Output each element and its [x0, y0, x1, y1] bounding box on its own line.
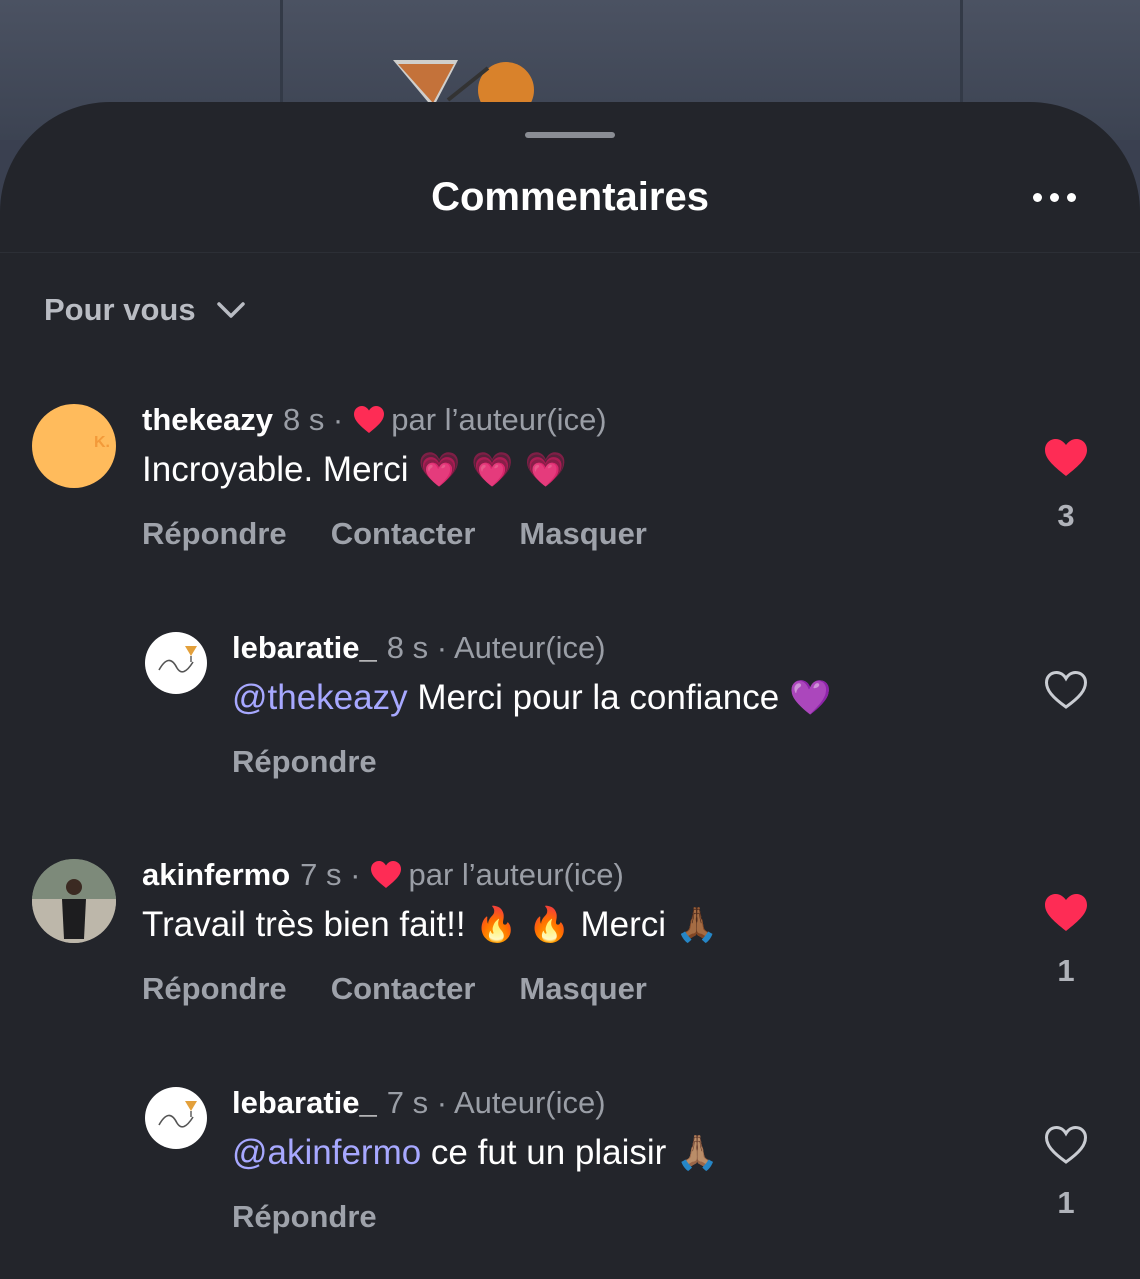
chevron-down-icon: [216, 302, 245, 318]
avatar-initial: K.: [94, 434, 110, 451]
author-badge: par l’auteur(ice): [391, 402, 607, 437]
sheet-grabber[interactable]: [525, 132, 615, 138]
contact-button[interactable]: Contacter: [331, 971, 476, 1007]
avatar[interactable]: [32, 859, 116, 943]
sort-filter-dropdown[interactable]: Pour vous: [44, 290, 246, 330]
heart-emoji: 💗 💗 💗: [418, 450, 567, 490]
reply-meta: lebaratie_ 8 s · Auteur(ice): [232, 630, 606, 666]
like-button[interactable]: 1: [1030, 893, 1102, 989]
sheet-title: Commentaires: [431, 175, 709, 219]
comment-text-content-2: Merci: [570, 905, 676, 944]
comment-text-content: Travail très bien fait!!: [142, 905, 466, 944]
reply-username[interactable]: lebaratie_: [232, 630, 377, 666]
comments-sheet: Commentaires Pour vous K. thekeazy 8 s ·…: [0, 102, 1140, 1279]
reply-button[interactable]: Répondre: [232, 744, 377, 780]
comment-text-content: Incroyable. Merci: [142, 450, 409, 489]
comment-actions: Répondre Contacter Masquer: [142, 516, 647, 552]
contact-button[interactable]: Contacter: [331, 516, 476, 552]
comment-text: Incroyable. Merci 💗 💗 💗: [142, 450, 567, 490]
reply-username[interactable]: lebaratie_: [232, 1085, 377, 1121]
reply-text-content: Merci pour la confiance: [407, 678, 780, 717]
sort-filter-label: Pour vous: [44, 292, 196, 327]
heart-outline-icon: [1044, 670, 1088, 709]
reply-meta: lebaratie_ 7 s · Auteur(ice): [232, 1085, 606, 1121]
heart-outline-icon: [1044, 1125, 1088, 1164]
comment-time: 7 s ·: [300, 857, 361, 892]
reply-actions: Répondre: [232, 744, 377, 780]
reply-actions: Répondre: [232, 1199, 377, 1235]
lebaratie-logo-icon: [158, 1101, 197, 1128]
comment-meta: thekeazy 8 s · par l’auteur(ice): [142, 402, 607, 438]
heart-filled-icon: [1045, 894, 1087, 931]
more-dot-icon: [1066, 192, 1076, 202]
author-badge: par l’auteur(ice): [408, 857, 624, 892]
like-button[interactable]: 3: [1030, 438, 1102, 534]
mention-link[interactable]: @thekeazy: [232, 678, 408, 717]
reply-button[interactable]: Répondre: [232, 1199, 377, 1235]
author-liked-heart-icon: [354, 406, 385, 433]
avatar[interactable]: [145, 1087, 207, 1149]
reply-text: @akinfermo ce fut un plaisir 🙏🏽: [232, 1133, 718, 1173]
reply-time: 8 s · Auteur(ice): [386, 630, 606, 665]
hide-button[interactable]: Masquer: [519, 971, 646, 1007]
more-options-button[interactable]: [1024, 182, 1084, 212]
comment-time: 8 s ·: [282, 402, 344, 437]
mention-link[interactable]: @akinfermo: [232, 1133, 421, 1172]
avatar[interactable]: K.: [32, 404, 116, 488]
comment-username[interactable]: akinfermo: [142, 857, 290, 893]
reply-text: @thekeazy Merci pour la confiance 💜: [232, 678, 831, 718]
avatar[interactable]: [145, 632, 207, 694]
reply-text-content: ce fut un plaisir: [421, 1133, 677, 1172]
reply-button[interactable]: Répondre: [142, 516, 287, 552]
author-liked-heart-icon: [371, 861, 402, 888]
pray-emoji: 🙏🏽: [676, 1133, 719, 1173]
like-count: 3: [1057, 498, 1075, 533]
user-photo: [32, 859, 116, 943]
comment-username[interactable]: thekeazy: [142, 402, 273, 438]
like-count: 1: [1057, 953, 1075, 988]
lebaratie-logo-icon: [158, 646, 197, 673]
like-count: 1: [1057, 1185, 1075, 1220]
comment-text: Travail très bien fait!! 🔥 🔥 Merci 🙏🏾: [142, 905, 718, 945]
reply-button[interactable]: Répondre: [142, 971, 287, 1007]
fire-emoji: 🔥 🔥: [475, 905, 571, 945]
like-button[interactable]: [1030, 670, 1102, 710]
header-divider: [0, 252, 1140, 253]
more-dot-icon: [1032, 192, 1042, 202]
comment-meta: akinfermo 7 s · par l’auteur(ice): [142, 857, 624, 893]
comment-actions: Répondre Contacter Masquer: [142, 971, 647, 1007]
reply-time: 7 s · Auteur(ice): [386, 1085, 606, 1120]
more-dot-icon: [1049, 192, 1059, 202]
purple-heart-emoji: 💜: [788, 678, 832, 718]
heart-filled-icon: [1045, 439, 1087, 476]
hide-button[interactable]: Masquer: [519, 516, 646, 552]
pray-emoji: 🙏🏾: [675, 905, 719, 945]
like-button[interactable]: 1: [1030, 1125, 1102, 1221]
